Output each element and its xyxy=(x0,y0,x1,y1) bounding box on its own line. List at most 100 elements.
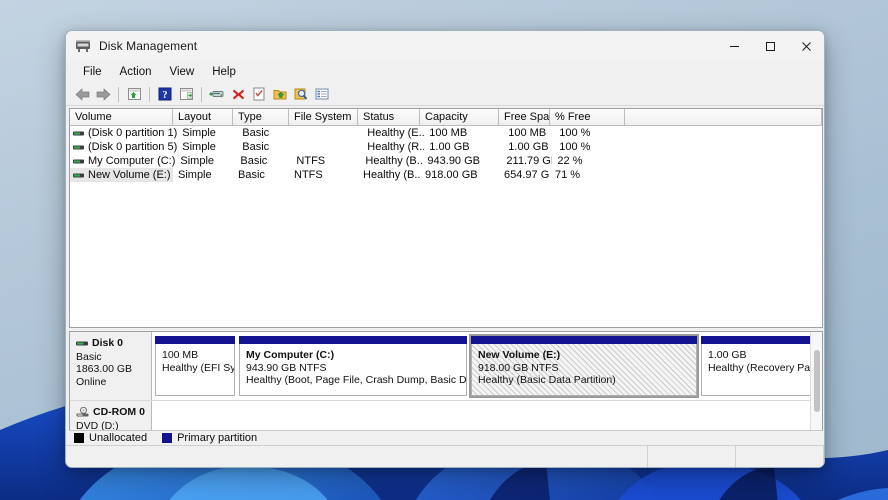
partition-status: Healthy (Boot, Page File, Crash Dump, Ba… xyxy=(246,374,467,386)
show-hide-console-tree-icon[interactable] xyxy=(176,84,196,104)
cell-volume-label: (Disk 0 partition 1) xyxy=(88,127,178,139)
scrollbar-thumb[interactable] xyxy=(814,350,820,412)
column-header-volume[interactable]: Volume xyxy=(70,109,173,126)
delete-icon[interactable] xyxy=(228,84,248,104)
toolbar[interactable]: ? xyxy=(66,83,824,106)
disk-info-disk-0[interactable]: Disk 0 Basic 1863.00 GB Online xyxy=(70,332,152,400)
cell-status: Healthy (R... xyxy=(367,141,425,153)
table-row[interactable]: New Volume (E:) Simple Basic NTFS Healthy (B… xyxy=(70,168,822,182)
cell-free_space: 100 MB xyxy=(508,127,547,139)
volume-icon xyxy=(73,145,84,149)
disk-name: Disk 0 xyxy=(92,337,123,349)
partition-size: 943.90 GB NTFS xyxy=(246,361,327,374)
partition-size: 100 MB xyxy=(162,349,199,361)
find-icon[interactable] xyxy=(291,84,311,104)
column-header-capacity[interactable]: Capacity xyxy=(420,109,499,126)
volume-list-header[interactable]: Volume Layout Type File System Status Capacit… xyxy=(70,109,822,126)
partition-size: 918.00 GB NTFS xyxy=(478,361,559,374)
toolbar-separator xyxy=(118,86,119,102)
legend-label: Primary partition xyxy=(177,432,258,444)
cell-status: Healthy (E... xyxy=(367,127,425,139)
cell-file_system: NTFS xyxy=(296,155,326,167)
cell-pct_free: 71 % xyxy=(555,169,581,181)
legend-swatch xyxy=(74,433,84,443)
volume-list-pane[interactable]: Volume Layout Type File System Status Capacit… xyxy=(69,108,823,328)
cell-volume: New Volume (E:) xyxy=(70,168,173,182)
partition-color-bar xyxy=(471,336,697,344)
partition-block[interactable]: 1.00 GB Healthy (Recovery Partiti xyxy=(701,336,819,396)
help-icon[interactable]: ? xyxy=(155,84,175,104)
legend-swatch xyxy=(162,433,173,443)
cell-free_space: 1.00 GB xyxy=(508,141,549,153)
status-bar xyxy=(66,445,824,467)
partition-block[interactable]: New Volume (E:) 918.00 GB NTFS Healthy (Ba… xyxy=(469,334,699,398)
cell-capacity: 1.00 GB xyxy=(429,141,470,153)
column-header-blank[interactable] xyxy=(625,109,822,126)
cell-volume: (Disk 0 partition 5) xyxy=(70,140,177,154)
partitions-strip: 100 MB Healthy (EFI Sy: My Computer (C:) 94… xyxy=(152,332,822,400)
column-header-file-system[interactable]: File System xyxy=(289,109,358,126)
partition-block[interactable]: My Computer (C:) 943.90 GB NTFS Healthy (B… xyxy=(239,336,467,396)
column-header--free[interactable]: % Free xyxy=(550,109,625,126)
legend-label: Unallocated xyxy=(89,432,148,444)
column-header-layout[interactable]: Layout xyxy=(173,109,233,126)
cell-layout: Simple xyxy=(182,141,216,153)
column-header-free-spa[interactable]: Free Spa... xyxy=(499,109,550,126)
menu-item-help[interactable]: Help xyxy=(203,64,245,80)
cell-free_space: 654.97 GB xyxy=(504,169,550,181)
volume-icon xyxy=(73,131,84,135)
svg-text:?: ? xyxy=(162,90,167,101)
maximize-button[interactable] xyxy=(752,31,788,61)
partition-details: 1.00 GB Healthy (Recovery Partiti xyxy=(701,344,819,396)
export-list-icon[interactable] xyxy=(270,84,290,104)
partition-status: Healthy (EFI Sy: xyxy=(162,361,235,374)
cell-type: Basic xyxy=(242,127,270,139)
menu-item-file[interactable]: File xyxy=(74,64,111,80)
cell-type: Basic xyxy=(242,141,270,153)
disk-type: Basic xyxy=(76,350,102,363)
disk-row[interactable]: Disk 0 Basic 1863.00 GB Online 100 MB Healthy… xyxy=(70,332,822,401)
partition-size: 1.00 GB xyxy=(708,349,747,361)
table-row[interactable]: (Disk 0 partition 1) Simple Basic Healthy (… xyxy=(70,126,822,140)
disk-management-icon xyxy=(76,40,90,52)
rescan-disks-icon[interactable] xyxy=(207,84,227,104)
column-header-type[interactable]: Type xyxy=(233,109,289,126)
menu-item-view[interactable]: View xyxy=(161,64,204,80)
back-icon[interactable] xyxy=(72,84,92,104)
menu-item-action[interactable]: Action xyxy=(111,64,161,80)
disk-management-window[interactable]: Disk Management File Action View Help ? … xyxy=(65,30,825,468)
cell-capacity: 100 MB xyxy=(429,127,468,139)
partition-color-bar xyxy=(155,336,235,344)
window-controls xyxy=(716,31,824,61)
close-button[interactable] xyxy=(788,31,824,61)
disk-status: Online xyxy=(76,375,107,388)
cell-pct_free: 22 % xyxy=(557,155,583,167)
cell-volume-label: New Volume (E:) xyxy=(88,169,171,181)
forward-icon[interactable] xyxy=(93,84,113,104)
cell-volume-label: My Computer (C:) xyxy=(88,155,176,167)
cell-capacity: 943.90 GB xyxy=(427,155,480,167)
cdrom-icon xyxy=(76,406,89,417)
cell-pct_free: 100 % xyxy=(559,141,591,153)
minimize-button[interactable] xyxy=(716,31,752,61)
cell-layout: Simple xyxy=(182,127,216,139)
column-header-status[interactable]: Status xyxy=(358,109,420,126)
cell-status: Healthy (B... xyxy=(365,155,423,167)
disk-icon xyxy=(76,341,88,346)
table-row[interactable]: My Computer (C:) Simple Basic NTFS Healthy (… xyxy=(70,154,822,168)
disk-name: CD-ROM 0 xyxy=(93,406,145,418)
properties-check-icon[interactable] xyxy=(249,84,269,104)
toolbar-separator xyxy=(149,86,150,102)
title-bar[interactable]: Disk Management xyxy=(66,31,824,61)
partition-block[interactable]: 100 MB Healthy (EFI Sy: xyxy=(155,336,235,396)
table-row[interactable]: (Disk 0 partition 5) Simple Basic Healthy (… xyxy=(70,140,822,154)
cell-layout: Simple xyxy=(180,155,215,167)
up-one-level-icon[interactable] xyxy=(124,84,144,104)
volume-list-rows[interactable]: (Disk 0 partition 1) Simple Basic Healthy (… xyxy=(70,126,822,182)
partition-status: Healthy (Recovery Partiti xyxy=(708,361,819,374)
partition-details: New Volume (E:) 918.00 GB NTFS Healthy (Ba… xyxy=(471,344,697,396)
menu-bar[interactable]: File Action View Help xyxy=(66,61,824,83)
detail-view-icon[interactable] xyxy=(312,84,332,104)
partition-name: New Volume (E:) xyxy=(478,349,561,361)
status-panel-two xyxy=(648,446,736,467)
